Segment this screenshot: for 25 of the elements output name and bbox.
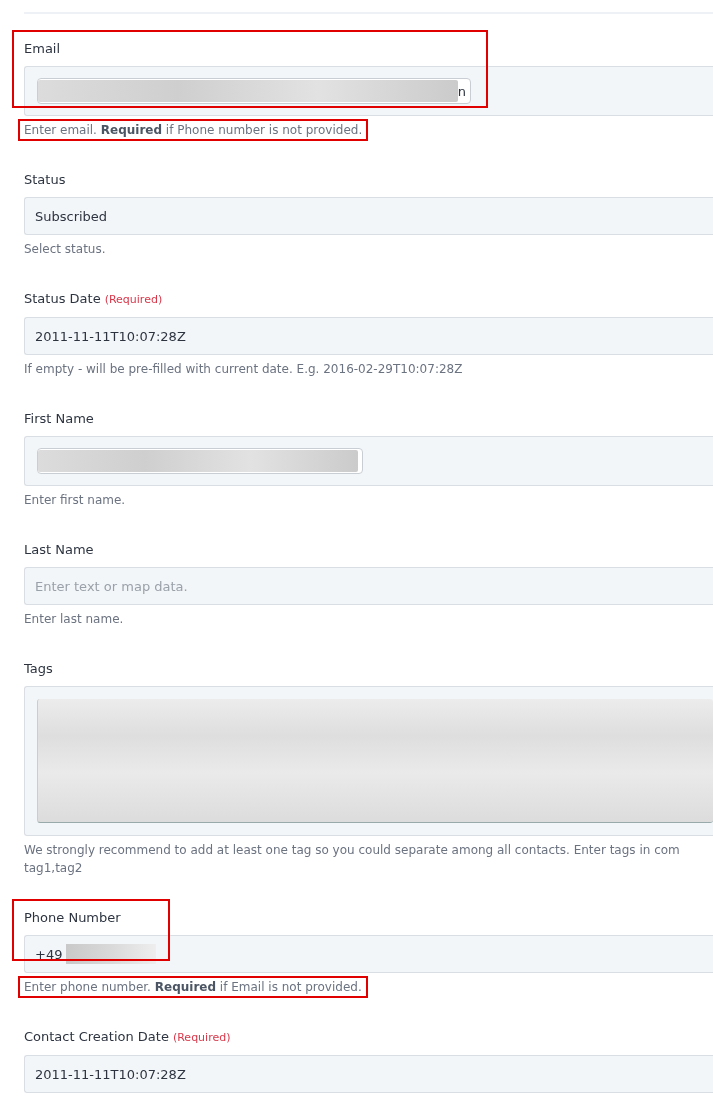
required-tag: (Required) [172, 1029, 231, 1047]
field-label: First Name [24, 410, 94, 428]
field-label: Contact Creation Date [24, 1028, 169, 1046]
redacted-value: n [37, 78, 471, 104]
field-label: Status [24, 171, 66, 189]
field-label: Email [24, 40, 61, 58]
input-field[interactable]: 2011-11-11T10:07:28Z [24, 317, 713, 355]
field-label: Tags [24, 660, 53, 678]
tags-field[interactable] [24, 686, 713, 836]
field-label: Phone Number [24, 909, 121, 927]
help-text: Select status. [23, 241, 107, 258]
help-text: Enter email. Required if Phone number is not provided. [18, 119, 369, 141]
required-tag: (Required) [104, 291, 163, 309]
help-text: Enter last name. [23, 611, 125, 628]
help-text: We strongly recommend to add at least one tag so you could separate among all contacts. Enter tags in com tag1,tag2 [23, 842, 681, 877]
help-text: Enter phone number. Required if Email is not provided. [18, 976, 368, 998]
help-text: If empty - will be pre-filled with current date. E.g. 2016-02-29T10:07:28Z [23, 361, 464, 378]
input-field[interactable]: Subscribed [24, 197, 713, 235]
field-label: Status Date [24, 290, 101, 308]
input-field[interactable] [24, 436, 713, 486]
input-field[interactable]: 2011-11-11T10:07:28Z [24, 1055, 713, 1093]
field-label: Last Name [24, 541, 94, 559]
input-field[interactable]: n [24, 66, 713, 116]
help-text: Enter first name. [23, 492, 127, 509]
input-field[interactable]: +49 [24, 935, 713, 973]
